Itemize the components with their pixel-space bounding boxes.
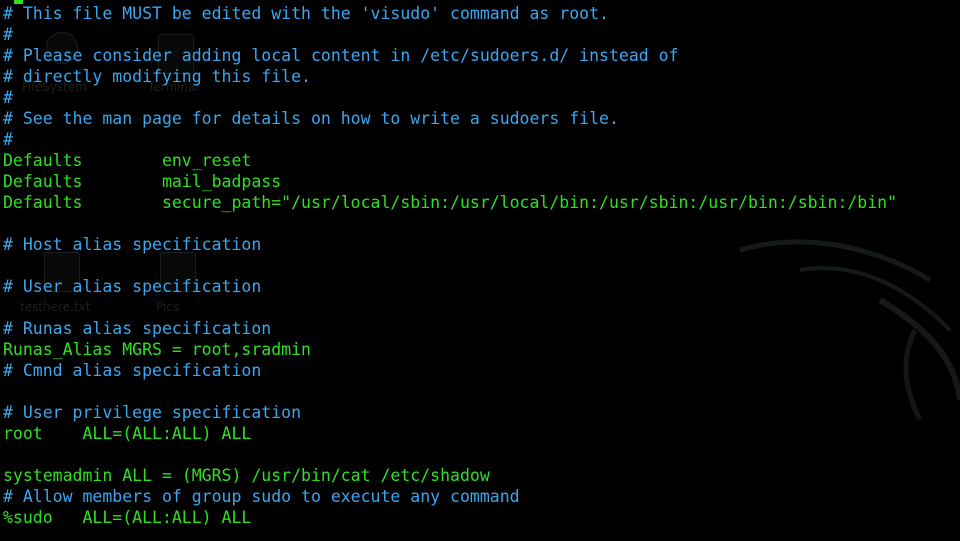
comment-line[interactable]: # [3, 87, 960, 108]
comment-line[interactable]: # Cmnd alias specification [3, 360, 960, 381]
config-line[interactable]: Defaults mail_badpass [3, 171, 960, 192]
config-line[interactable]: %sudo ALL=(ALL:ALL) ALL [3, 507, 960, 528]
comment-line[interactable]: # Host alias specification [3, 234, 960, 255]
config-line[interactable]: Defaults env_reset [3, 150, 960, 171]
comment-line[interactable]: # Allow members of group sudo to execute… [3, 486, 960, 507]
config-line[interactable]: root ALL=(ALL:ALL) ALL [3, 423, 960, 444]
comment-line[interactable]: # Runas alias specification [3, 318, 960, 339]
comment-line[interactable]: # directly modifying this file. [3, 66, 960, 87]
config-line[interactable]: Runas_Alias MGRS = root,sradmin [3, 339, 960, 360]
comment-line[interactable]: # User privilege specification [3, 402, 960, 423]
comment-line[interactable]: # This file MUST be edited with the 'vis… [3, 3, 960, 24]
config-line[interactable] [3, 255, 960, 276]
comment-line[interactable]: # See the man page for details on how to… [3, 108, 960, 129]
comment-line[interactable]: # [3, 129, 960, 150]
config-line[interactable] [3, 444, 960, 465]
config-line[interactable] [3, 297, 960, 318]
terminal-editor[interactable]: # This file MUST be edited with the 'vis… [0, 0, 960, 541]
comment-line[interactable]: # Please consider adding local content i… [3, 45, 960, 66]
config-line[interactable] [3, 213, 960, 234]
text-cursor [14, 0, 23, 4]
comment-line[interactable]: # User alias specification [3, 276, 960, 297]
config-line[interactable]: systemadmin ALL = (MGRS) /usr/bin/cat /e… [3, 465, 960, 486]
comment-line[interactable]: # [3, 24, 960, 45]
config-line[interactable] [3, 381, 960, 402]
config-line[interactable]: Defaults secure_path="/usr/local/sbin:/u… [3, 192, 960, 213]
